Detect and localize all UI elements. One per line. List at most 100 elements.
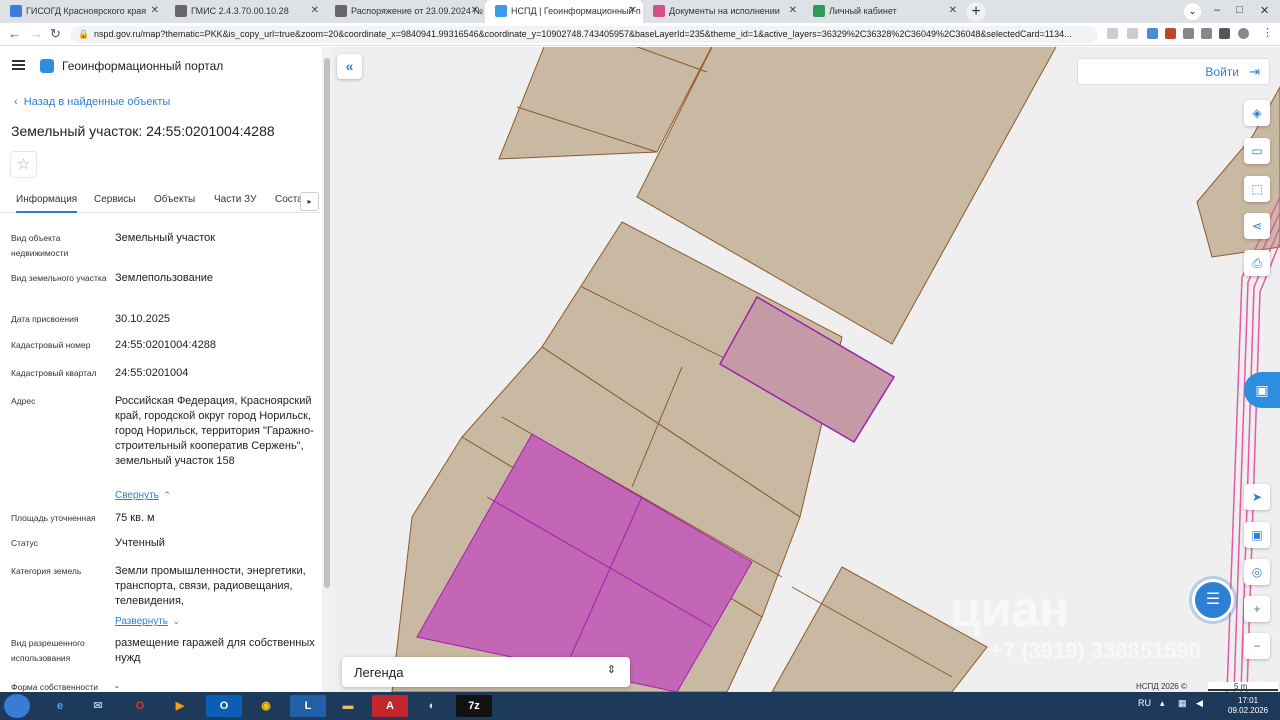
panel-scrollbar-thumb[interactable]: [324, 58, 330, 588]
share-icon[interactable]: [1107, 28, 1118, 39]
map-copyright: НСПД 2026 ©: [1136, 682, 1187, 691]
chevron-up-icon: ⌃: [163, 490, 171, 500]
field-value: 30.10.2025: [115, 313, 171, 325]
menu-dots-icon[interactable]: ⋮: [1262, 26, 1273, 39]
login-icon: ⇥: [1249, 64, 1260, 79]
clock-date: 09.02.2026: [1228, 706, 1269, 715]
chevron-down-icon: ⌄: [172, 616, 181, 626]
sidepanel-icon[interactable]: [1219, 28, 1230, 39]
tab-title: НСПД | Геоинформационный п: [511, 6, 641, 16]
url-field[interactable]: 🔒 nspd.gov.ru/map?thematic=PKK&is_copy_u…: [70, 26, 1098, 43]
tab-composition[interactable]: Соста: [275, 194, 303, 205]
minimap-icon[interactable]: ▣: [1244, 522, 1270, 548]
acrobat-icon[interactable]: A: [372, 695, 408, 717]
tab-objects[interactable]: Объекты: [154, 194, 195, 205]
clock[interactable]: 17:01 09.02.2026: [1228, 696, 1268, 716]
bookmark-star-icon[interactable]: [1127, 28, 1138, 39]
browser-tab-1[interactable]: ГМИС 2.4.3.70.00.10.28 ✕: [165, 0, 325, 23]
lock-icon: 🔒: [78, 29, 90, 39]
close-icon[interactable]: ✕: [471, 5, 479, 16]
language-indicator[interactable]: RU: [1138, 698, 1151, 708]
tabs-scroll-right-icon[interactable]: ▸: [300, 192, 319, 211]
7zip-icon[interactable]: 7z: [456, 695, 492, 717]
tab-info[interactable]: Информация: [16, 194, 78, 213]
start-button-icon[interactable]: [4, 694, 30, 718]
collapse-link[interactable]: Свернуть ⌃: [115, 485, 171, 503]
collapse-panel-button[interactable]: «: [337, 54, 362, 79]
side-panel-fab-icon[interactable]: ▣: [1244, 372, 1280, 408]
extensions-puzzle-icon[interactable]: [1183, 28, 1194, 39]
outlook-icon[interactable]: O: [206, 695, 242, 717]
info-tabs: Информация Сервисы Объекты Части ЗУ Сост…: [0, 187, 320, 213]
explorer-folder-icon[interactable]: ▬: [330, 695, 366, 717]
back-arrow-icon[interactable]: ←: [8, 26, 21, 41]
browser-tab-0[interactable]: ГИСОГД Красноярского края ✕: [0, 0, 165, 23]
close-icon[interactable]: ✕: [151, 5, 159, 16]
info-panel: Геоинформационный портал ‹ Назад в найде…: [0, 47, 332, 692]
tray-expand-icon[interactable]: ▴: [1160, 698, 1165, 709]
chevron-updown-icon: ⇕: [606, 664, 616, 676]
tab-title: Личный кабинет: [829, 6, 897, 16]
opera-icon[interactable]: O: [122, 695, 158, 717]
field-value: Землепользование: [115, 272, 214, 284]
map-parcels: [391, 47, 1280, 692]
browser-tab-2[interactable]: Распоряжение от 23.09.2024 № ✕: [325, 0, 485, 23]
favicon-icon: [653, 5, 665, 17]
tab-parts[interactable]: Части ЗУ: [214, 194, 256, 205]
clock-time: 17:01: [1238, 696, 1259, 705]
expand-link-label: Развернуть: [115, 616, 169, 627]
browser-tab-4[interactable]: Документы на исполнении ✕: [643, 0, 803, 23]
map-scale-bar: 5 m: [1208, 682, 1278, 691]
legend-label: Легенда: [354, 665, 404, 680]
lync-icon[interactable]: L: [290, 695, 326, 717]
print-icon[interactable]: ⎙: [1244, 250, 1270, 276]
browser-tab-3[interactable]: НСПД | Геоинформационный п ✕: [485, 0, 643, 23]
expand-link[interactable]: Развернуть ⌄: [115, 611, 180, 629]
hamburger-menu-icon[interactable]: [12, 60, 25, 70]
field-label: Вид объекта недвижимости: [11, 233, 69, 258]
login-button[interactable]: Войти ⇥: [1077, 58, 1270, 85]
back-link[interactable]: ‹ Назад в найденные объекты: [14, 96, 170, 108]
media-player-icon[interactable]: ▶: [162, 695, 198, 717]
zoom-in-button[interactable]: +: [1244, 596, 1270, 622]
tab-search-icon[interactable]: ⌄: [1184, 3, 1201, 20]
extension-icon[interactable]: [1165, 28, 1176, 39]
reload-icon[interactable]: ↻: [50, 26, 61, 42]
thunderbird-icon[interactable]: ✉: [80, 695, 116, 717]
tab-title: ГМИС 2.4.3.70.00.10.28: [191, 6, 289, 16]
legend-dropdown[interactable]: Легенда ⇕: [342, 657, 630, 687]
browser-tab-5[interactable]: Личный кабинет ✕: [803, 0, 963, 23]
close-icon[interactable]: ✕: [949, 5, 957, 16]
layers-icon[interactable]: ◈: [1244, 100, 1270, 126]
ruler-icon[interactable]: ▭: [1244, 138, 1270, 164]
close-icon[interactable]: ✕: [311, 5, 319, 16]
close-window-icon[interactable]: ✕: [1260, 4, 1269, 17]
minimize-icon[interactable]: –: [1214, 4, 1220, 16]
extension-icon[interactable]: [1147, 28, 1158, 39]
maximize-icon[interactable]: □: [1236, 4, 1243, 16]
field-label: Дата присвоения: [11, 314, 79, 324]
portal-logo-icon: [40, 59, 54, 73]
network-icon[interactable]: ▦: [1178, 698, 1187, 709]
search-location-icon[interactable]: ◎: [1244, 559, 1270, 585]
select-area-icon[interactable]: ⬚: [1244, 176, 1270, 202]
field-value: Земли промышленности, энергетики, трансп…: [115, 565, 306, 607]
favorite-star-icon[interactable]: ☆: [10, 151, 37, 178]
chat-icon[interactable]: ☰: [1192, 579, 1234, 621]
map-canvas[interactable]: [332, 47, 1280, 692]
geolocation-icon[interactable]: ➤: [1244, 484, 1270, 510]
zoom-out-button[interactable]: −: [1244, 633, 1270, 659]
field-value: -: [115, 681, 119, 692]
ie-icon[interactable]: e: [42, 695, 78, 717]
media-icon[interactable]: [1201, 28, 1212, 39]
profile-icon[interactable]: [1238, 28, 1249, 39]
app-icon[interactable]: ◐: [414, 695, 450, 717]
new-tab-button[interactable]: +: [966, 2, 986, 22]
close-icon[interactable]: ✕: [629, 5, 637, 16]
forward-arrow-icon[interactable]: →: [30, 26, 43, 41]
volume-icon[interactable]: ◀: [1196, 698, 1203, 709]
share-map-icon[interactable]: ⋖: [1244, 213, 1270, 239]
close-icon[interactable]: ✕: [789, 5, 797, 16]
chrome-icon[interactable]: ◉: [248, 695, 284, 717]
tab-services[interactable]: Сервисы: [94, 194, 135, 205]
